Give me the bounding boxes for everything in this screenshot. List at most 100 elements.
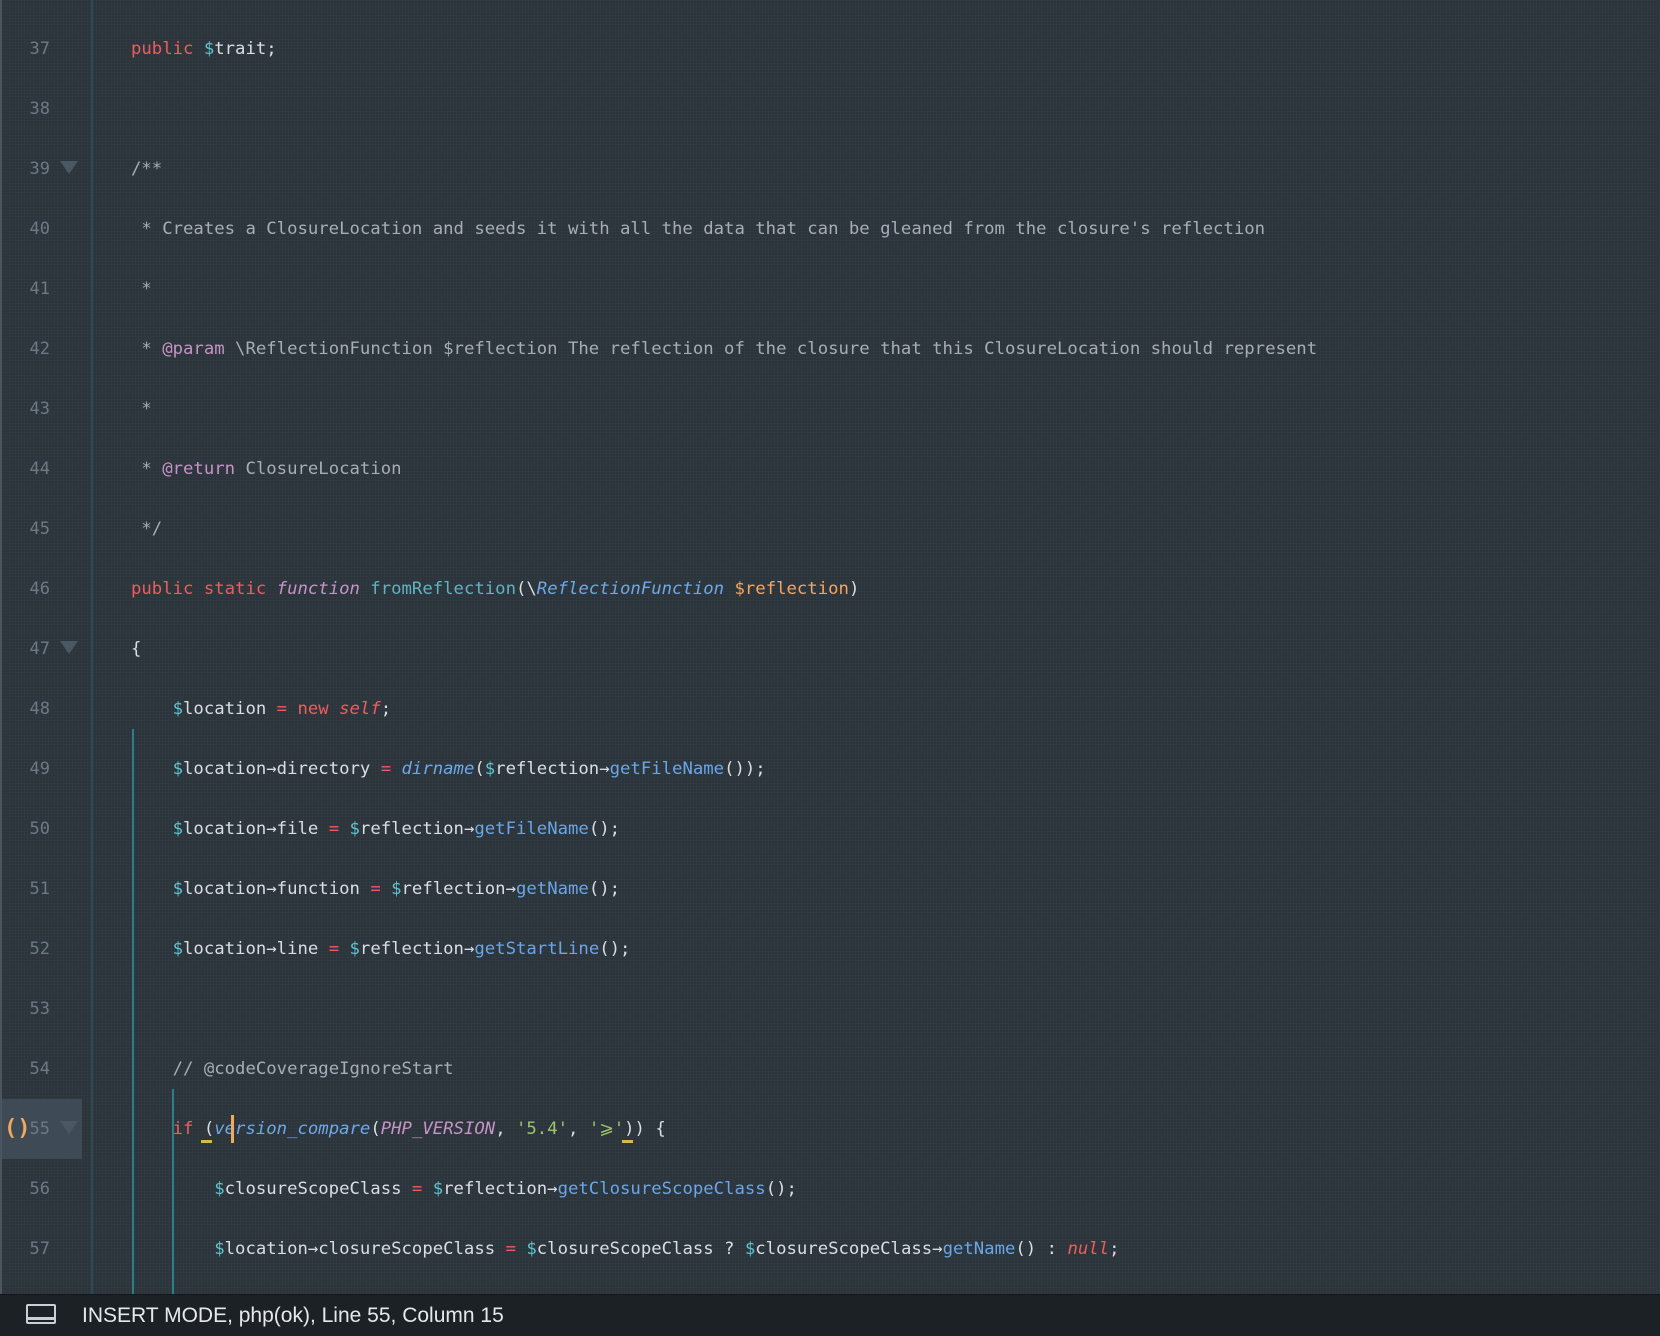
code-line[interactable]: 56 $closureScopeClass = $reflection→getC… (0, 1159, 1660, 1219)
status-text: INSERT MODE, php(ok), Line 55, Column 15 (82, 1304, 504, 1327)
code-text[interactable]: { (131, 619, 141, 679)
code-token: ( (370, 1119, 381, 1139)
fold-arrow-icon[interactable] (60, 641, 78, 654)
code-text[interactable]: * Creates a ClosureLocation and seeds it… (131, 199, 1265, 259)
code-text[interactable]: if (version_compare(PHP_VERSION, '5.4', … (131, 1099, 666, 1159)
code-text[interactable]: public static function fromReflection(\R… (131, 559, 859, 619)
code-token: dirname (391, 759, 475, 779)
fold-arrow-icon[interactable] (60, 1121, 78, 1134)
code-token: $ (484, 759, 496, 779)
code-token: $ (422, 1179, 444, 1199)
code-token: = (380, 759, 392, 779)
code-token: $ (172, 699, 184, 719)
code-token: getFileName (609, 759, 725, 779)
code-line[interactable]: 52 $location→line = $reflection→getStart… (0, 919, 1660, 979)
fold-arrow-icon[interactable] (60, 161, 78, 174)
code-line[interactable]: 43 * (0, 379, 1660, 439)
code-token: // @codeCoverageIgnoreStart (172, 1059, 454, 1079)
code-line[interactable]: 38 (0, 79, 1660, 139)
code-token: reflection→ (495, 759, 610, 779)
code-line[interactable]: 50 $location→file = $reflection→getFileN… (0, 799, 1660, 859)
code-line[interactable]: 41 * (0, 259, 1660, 319)
code-token: ; (1109, 1239, 1120, 1259)
code-line[interactable]: 42 * @param \ReflectionFunction $reflect… (0, 319, 1660, 379)
code-token: self (339, 699, 381, 719)
code-text[interactable]: public $trait; (131, 19, 277, 79)
line-number: 54 (29, 1059, 50, 1079)
code-token: '5.4' (516, 1119, 569, 1139)
panel-toggle-icon[interactable] (26, 1304, 56, 1324)
code-token: { (131, 639, 142, 659)
code-line[interactable]: 53 (0, 979, 1660, 1039)
code-text[interactable]: // @codeCoverageIgnoreStart (131, 1039, 454, 1099)
code-token: closureScopeClass ? (536, 1239, 745, 1259)
code-line[interactable]: 46 public static function fromReflection(… (0, 559, 1660, 619)
code-text[interactable]: $location = new self; (131, 679, 392, 739)
code-token: fromReflection (359, 579, 516, 599)
code-line[interactable]: 45 */ (0, 499, 1660, 559)
code-text[interactable]: * @param \ReflectionFunction $reflection… (131, 319, 1317, 379)
code-token: = (328, 819, 340, 839)
code-token: reflection→ (401, 879, 516, 899)
line-number: 51 (29, 879, 50, 899)
code-token: /** (131, 159, 163, 179)
code-token: '⩾' (588, 1119, 625, 1139)
code-token: ) (848, 579, 860, 599)
code-line[interactable]: 48 $location = new self; (0, 679, 1660, 739)
code-text[interactable]: */ (131, 499, 162, 559)
code-text[interactable]: $location→line = $reflection→getStartLin… (131, 919, 631, 979)
line-number: 45 (29, 519, 50, 539)
code-token: getClosureScopeClass (557, 1179, 766, 1199)
code-line[interactable]: 37 public $trait; (0, 19, 1660, 79)
code-token: $ (744, 1239, 756, 1259)
code-token: )) { (624, 1119, 666, 1139)
line-number: 57 (29, 1239, 50, 1259)
line-number: 38 (29, 99, 50, 119)
code-line[interactable]: 57 $location→closureScopeClass = $closur… (0, 1219, 1660, 1279)
line-number: 53 (29, 999, 50, 1019)
code-token: * Creates a ClosureLocation and seeds it… (131, 219, 1266, 239)
code-text[interactable]: * @return ClosureLocation (131, 439, 401, 499)
code-token: (\ (515, 579, 537, 599)
code-line[interactable]: 39 /** (0, 139, 1660, 199)
code-token: if (172, 1119, 194, 1139)
code-token: getName (942, 1239, 1016, 1259)
code-token: $ (172, 939, 184, 959)
code-token: @param (162, 339, 225, 359)
code-text[interactable]: $location→function = $reflection→getName… (131, 859, 620, 919)
indent-guide (172, 1089, 174, 1294)
code-token: location→closureScopeClass (224, 1239, 506, 1259)
code-token: , (495, 1119, 516, 1139)
code-text[interactable]: /** (131, 139, 162, 199)
code-token: location→file (183, 819, 329, 839)
code-token: closureScopeClass (224, 1179, 412, 1199)
line-number: 52 (29, 939, 50, 959)
code-token: new (287, 699, 340, 719)
code-line[interactable]: 54 // @codeCoverageIgnoreStart (0, 1039, 1660, 1099)
code-token: \ReflectionFunction $reflection The refl… (224, 339, 1318, 359)
status-bar: INSERT MODE, php(ok), Line 55, Column 15 (0, 1294, 1660, 1336)
code-text[interactable]: $location→closureScopeClass = $closureSc… (131, 1219, 1119, 1279)
code-text[interactable]: $location→directory = dirname($reflectio… (131, 739, 766, 799)
code-line[interactable]: 51 $location→function = $reflection→getN… (0, 859, 1660, 919)
code-line[interactable]: 44 * @return ClosureLocation (0, 439, 1660, 499)
code-line[interactable]: () 55 if (version_compare(PHP_VERSION, '5… (0, 1099, 1660, 1159)
code-text[interactable]: $closureScopeClass = $reflection→getClos… (131, 1159, 797, 1219)
code-text[interactable]: * (131, 379, 151, 439)
code-text[interactable]: * (131, 259, 152, 319)
code-token: reflection→ (359, 939, 475, 959)
code-token: ; (380, 699, 392, 719)
code-token: ( (474, 759, 485, 779)
code-editor[interactable]: 37 public $trait; 38 39/** 40 * Creates a Cl… (0, 0, 1660, 1294)
code-token: = (328, 939, 340, 959)
code-text[interactable]: $location→file = $reflection→getFileName… (131, 799, 620, 859)
code-line[interactable]: 40 * Creates a ClosureLocation and seeds… (0, 199, 1660, 259)
code-token: * (131, 279, 152, 299)
code-token: $ (203, 39, 215, 59)
code-line[interactable]: 47 { (0, 619, 1660, 679)
code-line[interactable]: 49 $location→directory = dirname($reflec… (0, 739, 1660, 799)
code-token: $ (172, 759, 184, 779)
